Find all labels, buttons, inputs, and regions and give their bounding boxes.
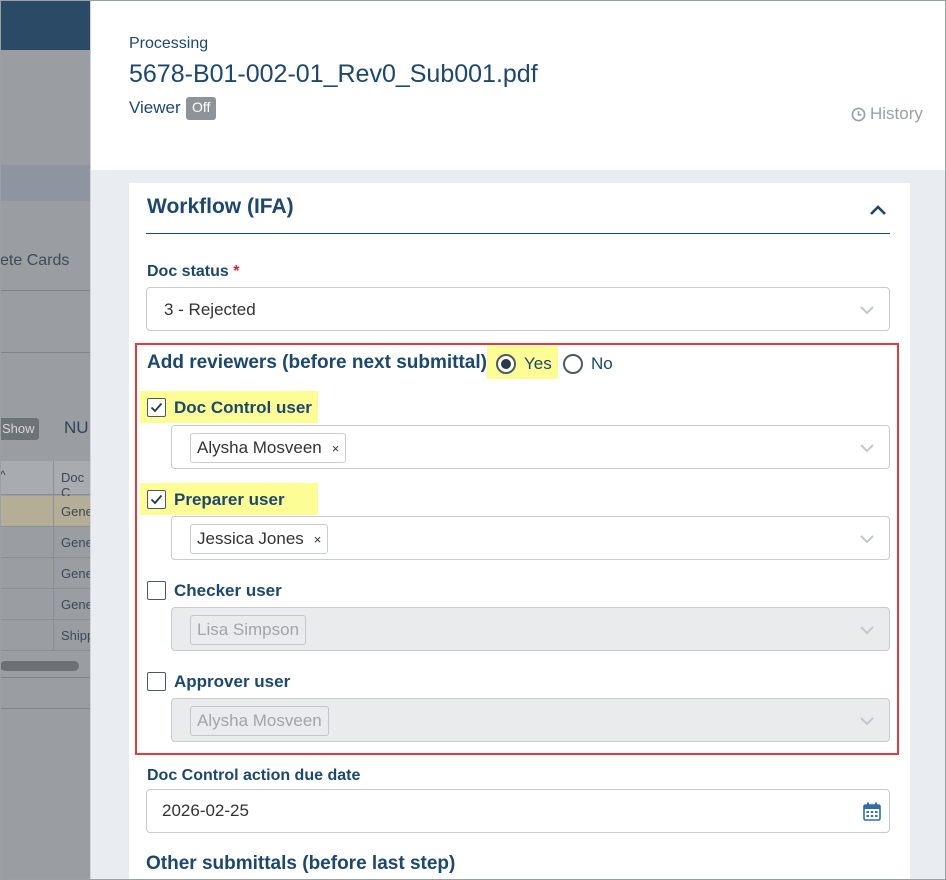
user-tag: Alysha Mosveen (190, 706, 329, 736)
background-cards-tab: ete Cards (0, 252, 70, 269)
viewer-label: Viewer (129, 98, 181, 117)
user-tag-name: Lisa Simpson (197, 620, 300, 639)
chevron-down-icon (859, 714, 875, 732)
chevron-down-icon (859, 441, 875, 459)
chevron-up-icon[interactable] (869, 203, 887, 221)
background-divider (0, 352, 90, 353)
sort-arrow-icon: ^ (0, 468, 6, 482)
background-column-divider (53, 461, 54, 651)
due-date-label: Doc Control action due date (147, 767, 361, 784)
clock-icon (851, 107, 866, 122)
background-cell: Gene (61, 535, 90, 550)
background-divider (0, 290, 90, 291)
viewer-toggle[interactable]: Off (186, 97, 217, 120)
approver-user-select: Alysha Mosveen (171, 698, 890, 742)
add-reviewers-no-label[interactable]: No (591, 354, 613, 374)
background-cell: Gene (61, 566, 90, 581)
preparer-user-select[interactable]: Jessica Jones × (171, 516, 890, 560)
user-tag-name: Alysha Mosveen (197, 711, 322, 730)
checker-user-select: Lisa Simpson (171, 607, 890, 651)
add-reviewers-yes-radio[interactable] (496, 354, 516, 374)
remove-tag-icon[interactable]: × (314, 532, 322, 547)
chevron-down-icon (859, 623, 875, 641)
other-submittals-title: Other submittals (before last step) (146, 853, 456, 874)
remove-tag-icon[interactable]: × (332, 441, 340, 456)
doc-status-value: 3 - Rejected (164, 300, 256, 319)
section-divider (146, 233, 890, 234)
checker-user-label[interactable]: Checker user (174, 581, 282, 601)
background-divider (0, 677, 90, 678)
background-nu-label: NU (64, 418, 89, 437)
approver-user-label[interactable]: Approver user (174, 672, 290, 692)
preparer-user-label[interactable]: Preparer user (174, 490, 285, 510)
checker-user-checkbox[interactable] (147, 581, 166, 600)
doc-status-label: Doc status * (147, 263, 239, 281)
chevron-down-icon (859, 303, 875, 321)
doc-status-select[interactable]: 3 - Rejected (146, 287, 890, 331)
doc-control-user-select[interactable]: Alysha Mosveen × (171, 425, 890, 469)
doc-control-user-checkbox[interactable] (147, 398, 166, 417)
add-reviewers-label: Add reviewers (before next submittal) (147, 352, 487, 373)
background-cell: Gene (61, 504, 90, 519)
user-tag: Lisa Simpson (190, 615, 307, 645)
add-reviewers-no-radio[interactable] (563, 354, 583, 374)
processing-label: Processing (129, 35, 209, 52)
add-reviewers-yes-label[interactable]: Yes (524, 354, 552, 374)
user-tag: Alysha Mosveen × (190, 433, 347, 463)
calendar-icon[interactable] (863, 802, 881, 826)
chevron-down-icon (859, 532, 875, 550)
user-tag-name: Jessica Jones (197, 529, 304, 548)
background-topbar (0, 0, 90, 50)
preparer-user-checkbox[interactable] (147, 490, 166, 509)
required-marker: * (233, 263, 240, 280)
history-link[interactable]: History (851, 104, 923, 124)
background-page: ete Cards Show NU ^ Doc C Gene Gene Gene… (0, 0, 90, 880)
doc-control-user-label[interactable]: Doc Control user (174, 398, 312, 418)
background-show-button: Show (0, 418, 39, 440)
panel-header: Processing 5678-B01-002-01_Rev0_Sub001.p… (91, 0, 946, 170)
background-strip (0, 165, 90, 201)
workflow-section-title: Workflow (IFA) (147, 195, 294, 218)
user-tag-name: Alysha Mosveen (197, 438, 322, 457)
history-label: History (870, 104, 923, 123)
due-date-value: 2026-02-25 (162, 801, 249, 820)
background-divider (0, 708, 90, 709)
doc-status-label-text: Doc status (147, 263, 229, 280)
file-title: 5678-B01-002-01_Rev0_Sub001.pdf (129, 60, 538, 88)
user-tag: Jessica Jones × (190, 524, 329, 554)
due-date-input[interactable]: 2026-02-25 (146, 789, 890, 833)
background-scrollbar (0, 661, 79, 671)
background-cell: Shipp (61, 628, 90, 643)
background-cell: Gene (61, 597, 90, 612)
approver-user-checkbox[interactable] (147, 672, 166, 691)
